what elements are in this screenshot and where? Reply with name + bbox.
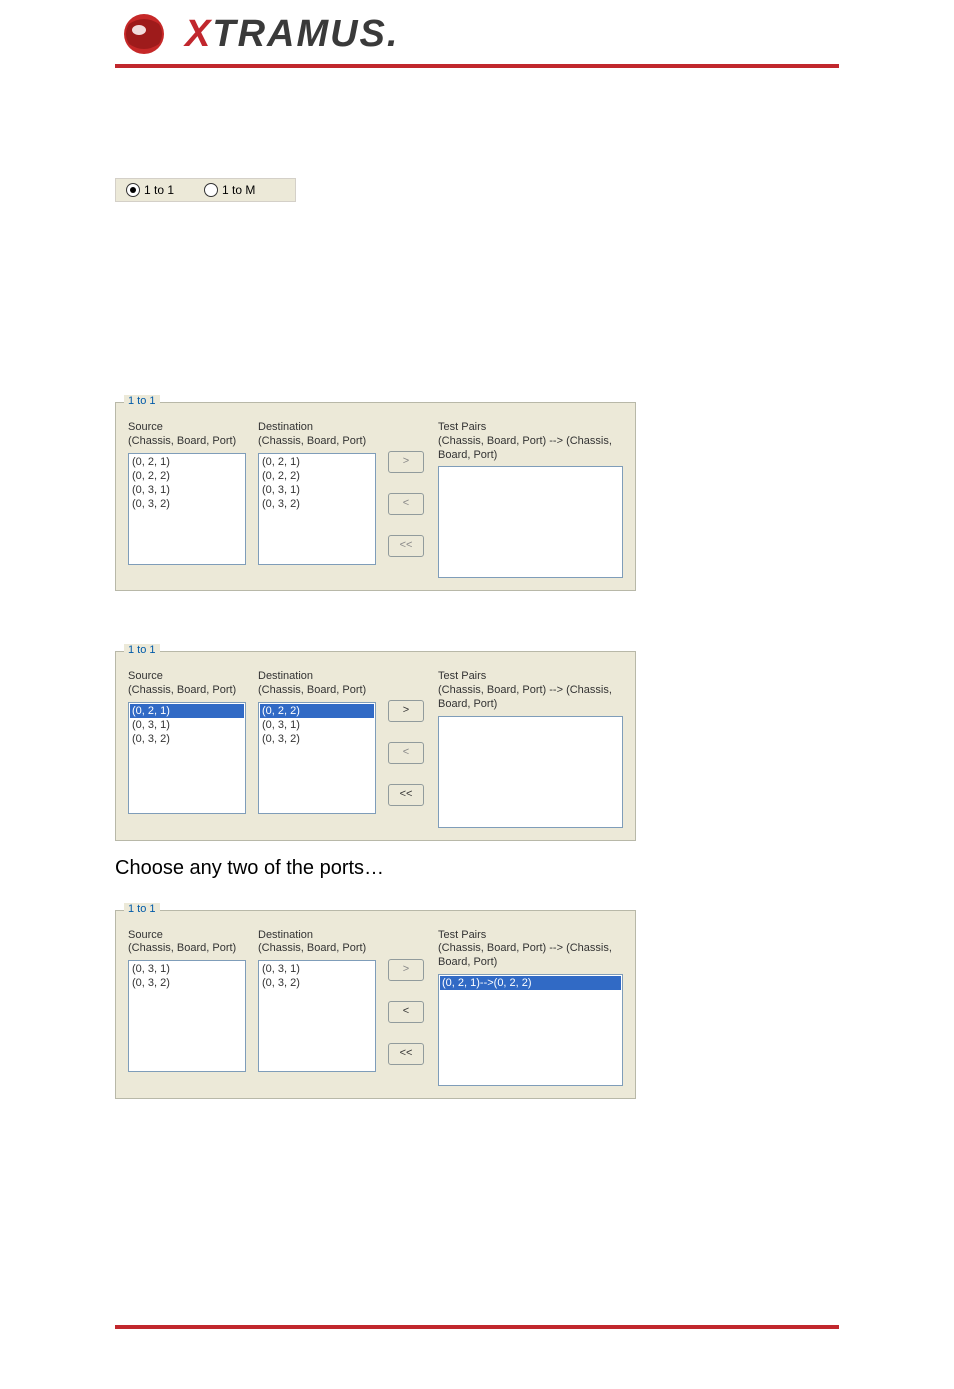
groupbox-legend: 1 to 1 [124, 395, 160, 407]
add-button[interactable]: > [388, 451, 424, 473]
list-item[interactable]: (0, 3, 2) [260, 732, 374, 746]
list-item[interactable]: (0, 2, 2) [130, 469, 244, 483]
col-pairs: Test Pairs (Chassis, Board, Port) --> (C… [438, 929, 623, 1086]
figure-3: 1 to 1 Source (Chassis, Board, Port) (0,… [115, 910, 839, 1099]
source-header: Source (Chassis, Board, Port) [128, 421, 246, 449]
list-item[interactable]: (0, 3, 1) [130, 718, 244, 732]
col-buttons: > < << [388, 700, 426, 806]
clear-button[interactable]: << [388, 784, 424, 806]
list-item[interactable]: (0, 3, 2) [130, 976, 244, 990]
col-pairs: Test Pairs (Chassis, Board, Port) --> (C… [438, 421, 623, 578]
radio-1to1[interactable]: 1 to 1 [126, 183, 174, 197]
figure-1: 1 to 1 Source (Chassis, Board, Port) (0,… [115, 402, 839, 591]
groupbox-1to1: 1 to 1 Source (Chassis, Board, Port) (0,… [115, 402, 636, 591]
dest-header: Destination (Chassis, Board, Port) [258, 929, 376, 957]
content: 1 to 1 1 to M 1 to 1 Source (Chassis, Bo… [0, 68, 954, 1099]
pairs-header: Test Pairs (Chassis, Board, Port) --> (C… [438, 421, 623, 462]
list-item[interactable]: (0, 3, 2) [260, 497, 374, 511]
pairs-listbox[interactable]: (0, 2, 1)-->(0, 2, 2) [438, 974, 623, 1086]
logo-icon [115, 10, 173, 58]
col-pairs: Test Pairs (Chassis, Board, Port) --> (C… [438, 670, 623, 827]
list-item[interactable]: (0, 2, 1)-->(0, 2, 2) [440, 976, 621, 990]
col-source: Source (Chassis, Board, Port) (0, 2, 1)(… [128, 670, 246, 814]
list-item[interactable]: (0, 3, 1) [130, 962, 244, 976]
source-listbox[interactable]: (0, 3, 1)(0, 3, 2) [128, 960, 246, 1072]
logo: XTRAMUS. [115, 10, 954, 58]
clear-button[interactable]: << [388, 1043, 424, 1065]
page: XTRAMUS. 1 to 1 1 to M 1 to 1 [0, 0, 954, 1389]
source-listbox[interactable]: (0, 2, 1)(0, 2, 2)(0, 3, 1)(0, 3, 2) [128, 453, 246, 565]
list-item[interactable]: (0, 3, 2) [130, 732, 244, 746]
col-source: Source (Chassis, Board, Port) (0, 2, 1)(… [128, 421, 246, 565]
remove-button[interactable]: < [388, 493, 424, 515]
radio-label: 1 to 1 [144, 183, 174, 197]
dest-header: Destination (Chassis, Board, Port) [258, 421, 376, 449]
remove-button[interactable]: < [388, 1001, 424, 1023]
list-item[interactable]: (0, 2, 1) [260, 455, 374, 469]
list-item[interactable]: (0, 2, 1) [130, 455, 244, 469]
radio-1toM[interactable]: 1 to M [204, 183, 255, 197]
dest-listbox[interactable]: (0, 3, 1)(0, 3, 2) [258, 960, 376, 1072]
figure-2: 1 to 1 Source (Chassis, Board, Port) (0,… [115, 651, 839, 840]
header: XTRAMUS. [0, 0, 954, 58]
caption-choose: Choose any two of the ports… [115, 857, 839, 880]
dest-header: Destination (Chassis, Board, Port) [258, 670, 376, 698]
pairs-listbox[interactable] [438, 466, 623, 578]
radio-label: 1 to M [222, 183, 255, 197]
list-item[interactable]: (0, 3, 1) [260, 718, 374, 732]
source-header: Source (Chassis, Board, Port) [128, 670, 246, 698]
pairs-listbox[interactable] [438, 716, 623, 828]
list-item[interactable]: (0, 3, 2) [260, 976, 374, 990]
dest-listbox[interactable]: (0, 2, 2)(0, 3, 1)(0, 3, 2) [258, 702, 376, 814]
col-destination: Destination (Chassis, Board, Port) (0, 2… [258, 670, 376, 814]
col-buttons: > < << [388, 959, 426, 1065]
add-button[interactable]: > [388, 700, 424, 722]
source-header: Source (Chassis, Board, Port) [128, 929, 246, 957]
add-button[interactable]: > [388, 959, 424, 981]
footer-divider [115, 1325, 839, 1329]
groupbox-1to1: 1 to 1 Source (Chassis, Board, Port) (0,… [115, 910, 636, 1099]
pairs-header: Test Pairs (Chassis, Board, Port) --> (C… [438, 929, 623, 970]
col-buttons: > < << [388, 451, 426, 557]
mode-radio-group: 1 to 1 1 to M [115, 178, 296, 202]
col-destination: Destination (Chassis, Board, Port) (0, 2… [258, 421, 376, 565]
dest-listbox[interactable]: (0, 2, 1)(0, 2, 2)(0, 3, 1)(0, 3, 2) [258, 453, 376, 565]
list-item[interactable]: (0, 3, 1) [260, 962, 374, 976]
remove-button[interactable]: < [388, 742, 424, 764]
source-listbox[interactable]: (0, 2, 1)(0, 3, 1)(0, 3, 2) [128, 702, 246, 814]
list-item[interactable]: (0, 2, 1) [130, 704, 244, 718]
groupbox-legend: 1 to 1 [124, 644, 160, 656]
radio-icon [126, 183, 140, 197]
clear-button[interactable]: << [388, 535, 424, 557]
groupbox-legend: 1 to 1 [124, 903, 160, 915]
col-destination: Destination (Chassis, Board, Port) (0, 3… [258, 929, 376, 1073]
list-item[interactable]: (0, 2, 2) [260, 704, 374, 718]
list-item[interactable]: (0, 3, 2) [130, 497, 244, 511]
list-item[interactable]: (0, 3, 1) [130, 483, 244, 497]
groupbox-1to1: 1 to 1 Source (Chassis, Board, Port) (0,… [115, 651, 636, 840]
list-item[interactable]: (0, 3, 1) [260, 483, 374, 497]
col-source: Source (Chassis, Board, Port) (0, 3, 1)(… [128, 929, 246, 1073]
radio-icon [204, 183, 218, 197]
pairs-header: Test Pairs (Chassis, Board, Port) --> (C… [438, 670, 623, 711]
list-item[interactable]: (0, 2, 2) [260, 469, 374, 483]
logo-text: XTRAMUS. [185, 13, 399, 56]
